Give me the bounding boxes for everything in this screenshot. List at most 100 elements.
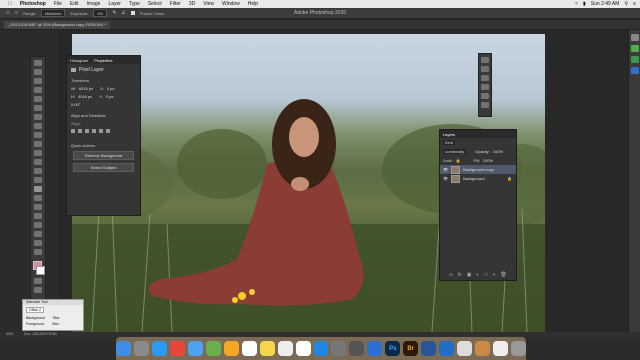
eye-icon[interactable]: 👁 xyxy=(443,176,448,181)
actions-panel-icon[interactable] xyxy=(481,84,489,90)
app-store-icon[interactable] xyxy=(313,341,329,356)
h-value[interactable]: 4016 px xyxy=(78,94,92,99)
angle-value[interactable]: 0.00° xyxy=(71,102,80,107)
green-plugin-icon[interactable] xyxy=(631,45,639,52)
y-value[interactable]: 0 px xyxy=(106,94,114,99)
layer-row[interactable]: 👁 Background 🔒 xyxy=(440,174,516,183)
new-layer-icon[interactable]: + xyxy=(492,272,495,278)
clock[interactable]: Sun 2:49 AM xyxy=(591,1,620,7)
align-left-icon[interactable] xyxy=(71,129,75,133)
menu-file[interactable]: File xyxy=(54,1,62,7)
group-icon[interactable]: □ xyxy=(484,272,487,278)
background-color-swatch[interactable] xyxy=(36,266,45,275)
menu-3d[interactable]: 3D xyxy=(189,1,195,7)
eyedropper-tool-icon[interactable] xyxy=(34,114,42,120)
select-subject-button[interactable]: Select Subject xyxy=(73,163,134,172)
shape-tool-icon[interactable] xyxy=(34,222,42,228)
lock-icon[interactable]: 🔒 xyxy=(456,158,461,163)
remove-background-button[interactable]: Remove Background xyxy=(73,151,134,160)
range-select[interactable]: Midtones xyxy=(41,9,66,17)
popup-field[interactable]: Office 2 xyxy=(26,307,44,313)
green-plugin-icon[interactable] xyxy=(631,56,639,63)
photos-icon[interactable] xyxy=(223,341,239,356)
trash-icon[interactable]: 🗑 xyxy=(500,272,506,278)
menu-edit[interactable]: Edit xyxy=(70,1,79,7)
type-tool-icon[interactable] xyxy=(34,204,42,210)
protect-tones-checkbox[interactable] xyxy=(130,11,135,15)
finder-icon[interactable] xyxy=(116,341,131,356)
eraser-tool-icon[interactable] xyxy=(34,159,42,165)
align-middle-icon[interactable] xyxy=(99,129,103,133)
word-icon[interactable] xyxy=(421,341,437,356)
document-icon[interactable] xyxy=(493,341,508,356)
preview-icon[interactable] xyxy=(457,341,473,356)
airbrush-icon[interactable]: ✎ xyxy=(112,10,116,16)
mail-icon[interactable] xyxy=(187,341,203,356)
menu-select[interactable]: Select xyxy=(148,1,162,7)
wifi-icon[interactable]: ≈ xyxy=(575,1,578,7)
zoom-level[interactable]: 33% xyxy=(6,332,13,336)
menu-window[interactable]: Window xyxy=(222,1,240,7)
healing-brush-icon[interactable] xyxy=(34,123,42,129)
align-center-icon[interactable] xyxy=(78,129,82,133)
blur-tool-icon[interactable] xyxy=(34,177,42,183)
apple-icon[interactable]:  xyxy=(8,1,12,7)
home-icon[interactable]: ⌂ xyxy=(6,10,10,16)
align-bottom-icon[interactable] xyxy=(106,129,110,133)
chrome-icon[interactable] xyxy=(169,341,185,356)
menu-image[interactable]: Image xyxy=(87,1,101,7)
dodge-tool-icon[interactable] xyxy=(34,186,42,192)
gradient-tool-icon[interactable] xyxy=(34,168,42,174)
menu-list-icon[interactable]: ≡ xyxy=(633,1,636,7)
bridge-icon[interactable]: Br xyxy=(403,341,419,356)
trash-icon[interactable] xyxy=(511,341,526,356)
brushes-panel-icon[interactable] xyxy=(481,102,489,108)
eye-icon[interactable]: 👁 xyxy=(443,167,448,172)
layer-name[interactable]: Background xyxy=(463,176,484,181)
menu-type[interactable]: Type xyxy=(129,1,140,7)
menu-app-name[interactable]: Photoshop xyxy=(20,1,46,7)
link-layers-icon[interactable]: ∞ xyxy=(449,272,453,278)
swatches-panel-icon[interactable] xyxy=(481,75,489,81)
fx-icon[interactable]: fx xyxy=(458,272,462,278)
menu-filter[interactable]: Filter xyxy=(170,1,181,7)
hand-tool-icon[interactable] xyxy=(34,231,42,237)
fill-value[interactable]: 100% xyxy=(483,158,493,163)
doc-size[interactable]: Doc: 138.2M/276.5M xyxy=(24,332,57,336)
brush-tool-icon[interactable] xyxy=(34,132,42,138)
history-brush-icon[interactable] xyxy=(34,150,42,156)
tab-histogram[interactable]: Histogram xyxy=(70,58,88,63)
blend-mode-select[interactable]: Luminosity xyxy=(443,149,467,154)
w-value[interactable]: 6016 px xyxy=(79,86,93,91)
zoom-tool-icon[interactable] xyxy=(34,240,42,246)
crop-tool-icon[interactable] xyxy=(34,96,42,102)
history-panel-icon[interactable] xyxy=(481,57,489,63)
outlook-icon[interactable] xyxy=(439,341,455,356)
document-tab[interactable]: _DSC1028.NEF @ 33% (Background copy, RGB… xyxy=(4,21,111,29)
utility-icon[interactable] xyxy=(475,341,491,356)
camera-raw-icon[interactable] xyxy=(349,341,365,356)
adjustments-panel-icon[interactable] xyxy=(481,93,489,99)
menu-layer[interactable]: Layer xyxy=(108,1,121,7)
pen-tool-icon[interactable] xyxy=(34,195,42,201)
align-right-icon[interactable] xyxy=(85,129,89,133)
search-icon[interactable]: ⚲ xyxy=(624,1,628,7)
quick-select-tool-icon[interactable] xyxy=(34,87,42,93)
tab-layers[interactable]: Layers xyxy=(443,132,455,137)
angle-icon[interactable]: ∠ xyxy=(121,10,125,16)
mask-icon[interactable]: ▣ xyxy=(467,272,472,278)
bluetooth-icon[interactable] xyxy=(367,341,383,356)
color-panel-icon[interactable] xyxy=(481,66,489,72)
plugin-icon[interactable] xyxy=(631,34,639,41)
align-top-icon[interactable] xyxy=(92,129,96,133)
layer-name[interactable]: Background copy xyxy=(463,167,494,172)
marquee-tool-icon[interactable] xyxy=(34,69,42,75)
maps-icon[interactable] xyxy=(205,341,221,356)
launchpad-icon[interactable] xyxy=(133,341,149,356)
filter-kind-select[interactable]: Kind xyxy=(443,140,456,145)
system-preferences-icon[interactable] xyxy=(331,341,347,356)
frame-tool-icon[interactable] xyxy=(34,105,42,111)
quick-mask-icon[interactable] xyxy=(34,278,42,284)
reminders-icon[interactable] xyxy=(277,341,293,356)
menu-view[interactable]: View xyxy=(203,1,214,7)
